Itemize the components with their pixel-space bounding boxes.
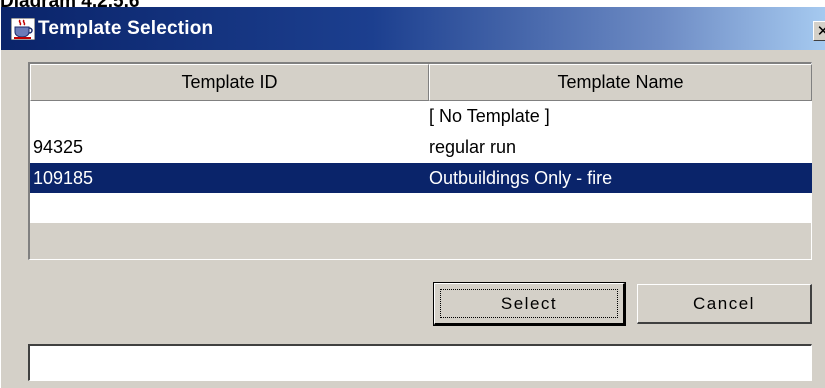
table-row-selected[interactable]: 109185 Outbuildings Only - fire	[30, 163, 812, 193]
template-name-cell: Outbuildings Only - fire	[429, 167, 613, 188]
title-bar[interactable]: Template Selection ✕	[1, 7, 825, 50]
cancel-button-label: Cancel	[693, 293, 755, 313]
template-name-cell: regular run	[429, 136, 517, 157]
focus-indicator	[440, 289, 618, 318]
template-name-cell: [ No Template ]	[429, 105, 550, 126]
cancel-button[interactable]: Cancel	[637, 284, 812, 324]
dialog-title: Template Selection	[38, 18, 214, 39]
java-cup-icon	[10, 17, 36, 41]
template-table: Template ID Template Name [ No Template …	[28, 62, 812, 260]
close-icon: ✕	[816, 21, 825, 40]
column-header-template-id[interactable]: Template ID	[30, 64, 429, 101]
template-selection-dialog: Template Selection ✕ Template ID Templat…	[0, 7, 825, 388]
table-row[interactable]: 94325 regular run	[30, 132, 812, 162]
table-header: Template ID Template Name	[30, 64, 812, 101]
status-field[interactable]	[28, 344, 812, 381]
column-header-template-name[interactable]: Template Name	[429, 64, 812, 101]
select-button[interactable]: Select	[434, 283, 625, 325]
template-id-cell: 109185	[33, 167, 94, 188]
table-row[interactable]: [ No Template ]	[30, 101, 812, 131]
close-button[interactable]: ✕	[813, 21, 825, 41]
template-id-cell: 94325	[33, 136, 84, 157]
table-body: [ No Template ] 94325 regular run 109185…	[30, 101, 812, 223]
